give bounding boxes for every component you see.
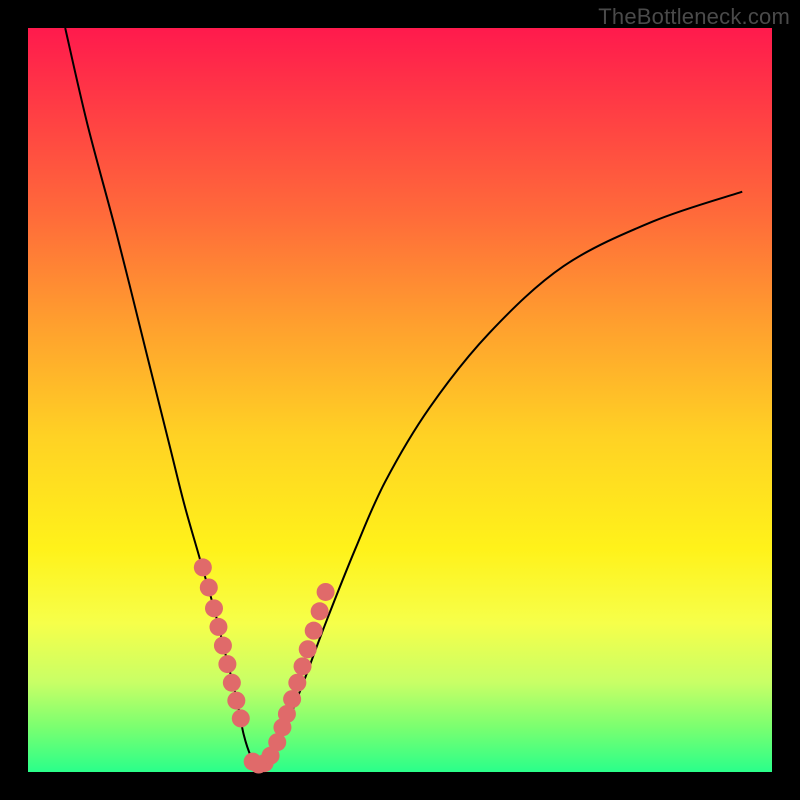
highlight-dot — [232, 709, 250, 727]
highlight-dot — [317, 583, 335, 601]
highlight-dot — [209, 618, 227, 636]
highlight-dot — [223, 674, 241, 692]
highlight-dot — [194, 558, 212, 576]
chart-frame: TheBottleneck.com — [0, 0, 800, 800]
highlight-dot — [299, 640, 317, 658]
highlight-dot — [311, 602, 329, 620]
highlight-dot — [283, 690, 301, 708]
highlight-dot — [205, 599, 223, 617]
highlight-dot — [200, 578, 218, 596]
highlight-dots — [194, 558, 335, 773]
bottleneck-curve — [65, 28, 742, 765]
highlight-dot — [227, 692, 245, 710]
bottleneck-chart — [0, 0, 800, 800]
highlight-dot — [288, 674, 306, 692]
highlight-dot — [305, 622, 323, 640]
watermark-text: TheBottleneck.com — [598, 4, 790, 30]
highlight-dot — [214, 637, 232, 655]
highlight-dot — [218, 655, 236, 673]
highlight-dot — [294, 657, 312, 675]
